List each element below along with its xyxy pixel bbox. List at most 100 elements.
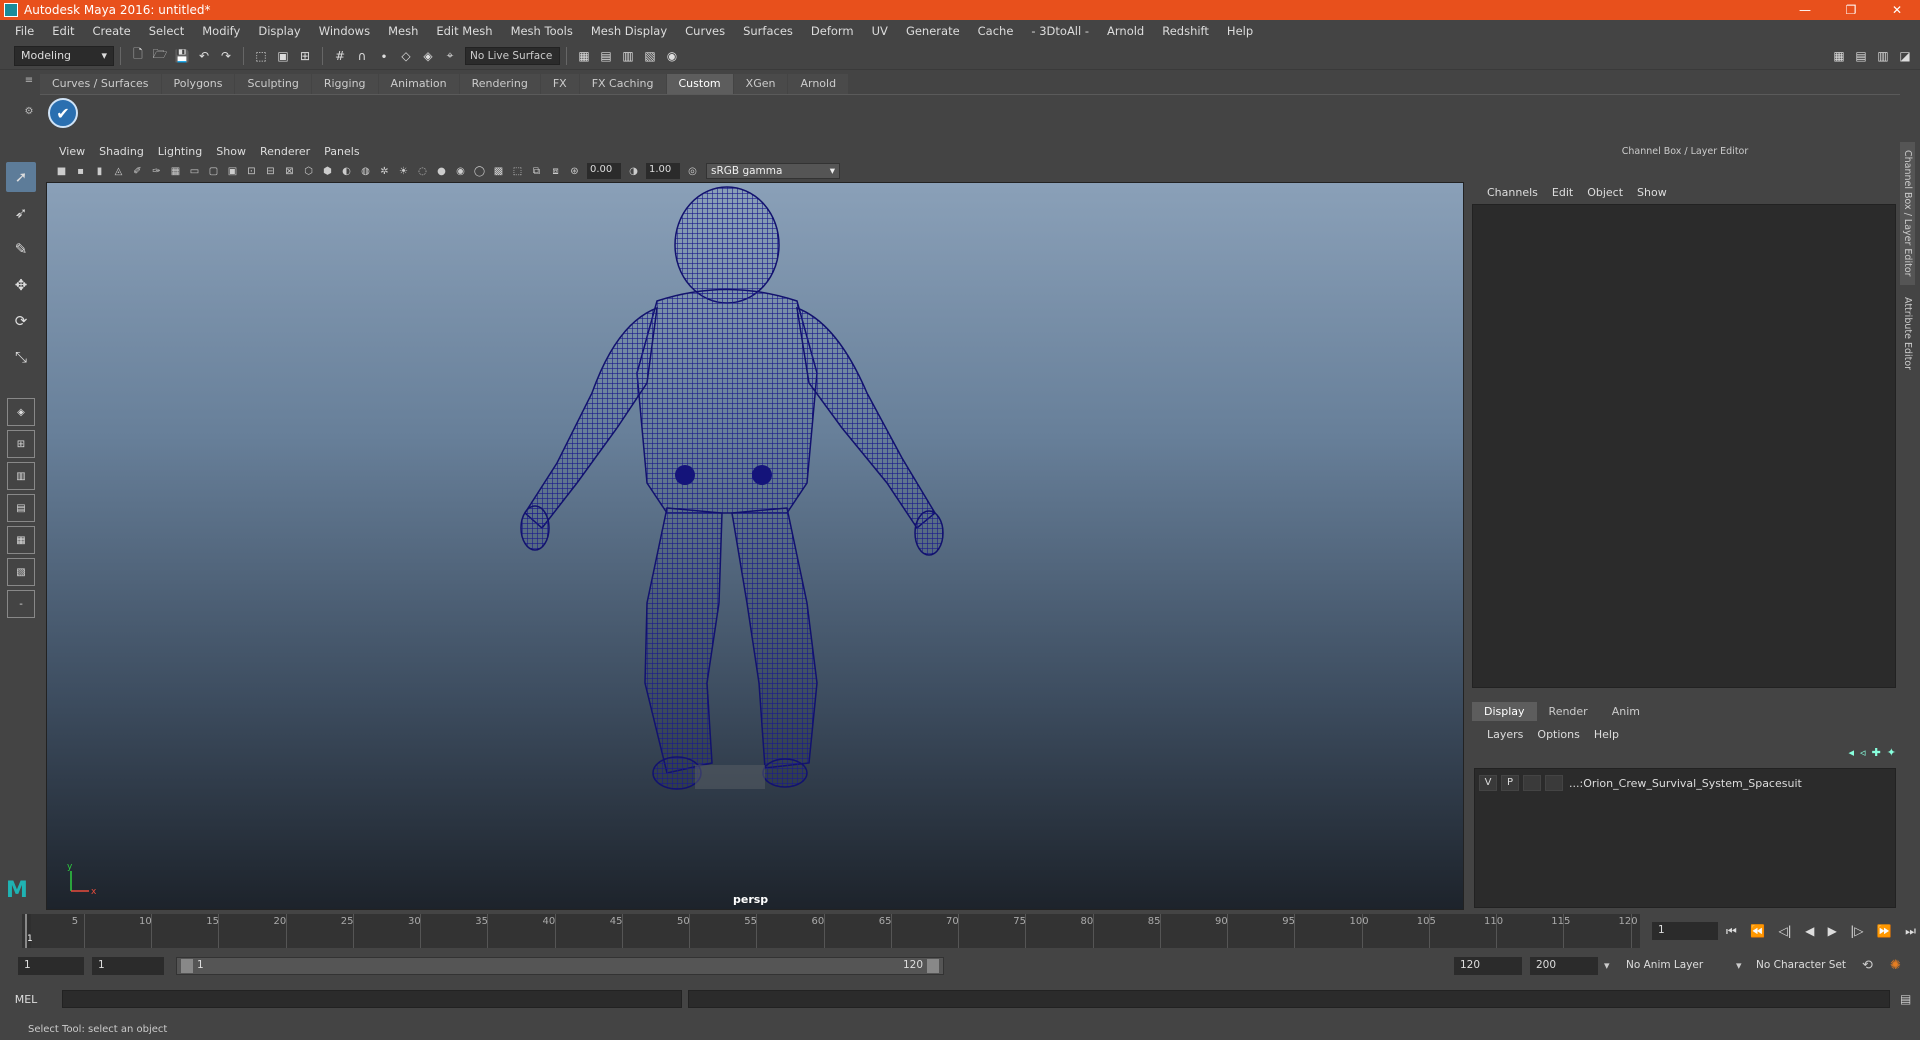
menu-curves[interactable]: Curves bbox=[676, 20, 734, 42]
snap-point-icon[interactable]: ∙ bbox=[375, 47, 393, 65]
snap-view-plane-icon[interactable]: ◇ bbox=[397, 47, 415, 65]
arnold-render-view-icon[interactable]: ◉ bbox=[663, 47, 681, 65]
motion-blur-icon[interactable]: ◉ bbox=[452, 163, 469, 180]
menu-edit[interactable]: Edit bbox=[43, 20, 83, 42]
four-view-layout-icon[interactable]: ⊞ bbox=[7, 430, 35, 458]
toggle-channel-box-icon[interactable]: ◪ bbox=[1896, 47, 1914, 65]
shelf-tab-fx-caching[interactable]: FX Caching bbox=[579, 74, 666, 94]
shadows-icon[interactable]: ◌ bbox=[414, 163, 431, 180]
move-tool-icon[interactable]: ✥ bbox=[6, 270, 36, 300]
animation-start-field[interactable]: 1 bbox=[18, 957, 84, 975]
playback-end-field[interactable]: 120 bbox=[1454, 957, 1522, 975]
side-tab-channel-box[interactable]: Channel Box / Layer Editor bbox=[1900, 142, 1915, 285]
shelf-tab-xgen[interactable]: XGen bbox=[733, 74, 788, 94]
shelf-tab-rigging[interactable]: Rigging bbox=[311, 74, 378, 94]
play-forwards-icon[interactable]: ▶ bbox=[1828, 924, 1837, 938]
playback-start-field[interactable]: 1 bbox=[92, 957, 164, 975]
menu-generate[interactable]: Generate bbox=[897, 20, 969, 42]
layer-tab-render[interactable]: Render bbox=[1536, 702, 1600, 721]
redo-icon[interactable]: ↷ bbox=[217, 47, 235, 65]
layer-playback-toggle[interactable]: P bbox=[1501, 775, 1519, 791]
hypershade-icon[interactable]: ▧ bbox=[641, 47, 659, 65]
cb-menu-show[interactable]: Show bbox=[1630, 186, 1674, 199]
render-frame-icon[interactable]: ▦ bbox=[575, 47, 593, 65]
toggle-tool-settings-icon[interactable]: ▥ bbox=[1874, 47, 1892, 65]
gamma-icon[interactable]: ◑ bbox=[625, 163, 642, 180]
depth-of-field-icon[interactable]: ▩ bbox=[490, 163, 507, 180]
cb-menu-channels[interactable]: Channels bbox=[1480, 186, 1545, 199]
persp-uv-layout-icon[interactable]: ▧ bbox=[7, 558, 35, 586]
custom-shelf-checkmark-icon[interactable]: ✔ bbox=[48, 98, 78, 128]
undo-icon[interactable]: ↶ bbox=[195, 47, 213, 65]
render-settings-icon[interactable]: ▥ bbox=[619, 47, 637, 65]
step-forward-frame-icon[interactable]: ⏩ bbox=[1877, 924, 1892, 938]
grease-pencil-icon[interactable]: ✐ bbox=[129, 163, 146, 180]
new-empty-layer-icon[interactable]: ✚ bbox=[1872, 746, 1881, 764]
gamma-field[interactable]: 1.00 bbox=[646, 163, 680, 179]
field-chart-icon[interactable]: ⊡ bbox=[243, 163, 260, 180]
menu-surfaces[interactable]: Surfaces bbox=[734, 20, 802, 42]
current-frame-field[interactable]: 1 bbox=[1652, 922, 1718, 940]
layer-display-type-toggle[interactable] bbox=[1523, 775, 1541, 791]
menu-3dtoall[interactable]: - 3DtoAll - bbox=[1022, 20, 1098, 42]
lasso-tool-icon[interactable]: ➶ bbox=[6, 198, 36, 228]
panel-menu-lighting[interactable]: Lighting bbox=[151, 145, 209, 158]
cb-menu-object[interactable]: Object bbox=[1580, 186, 1630, 199]
smooth-shade-icon[interactable]: ⬢ bbox=[319, 163, 336, 180]
menu-mesh[interactable]: Mesh bbox=[379, 20, 427, 42]
select-by-hierarchy-icon[interactable]: ⬚ bbox=[252, 47, 270, 65]
snap-surface-icon[interactable]: ◈ bbox=[419, 47, 437, 65]
shelf-settings-icon[interactable]: ⚙ bbox=[22, 106, 36, 117]
menu-mesh-display[interactable]: Mesh Display bbox=[582, 20, 676, 42]
layer-tab-display[interactable]: Display bbox=[1472, 702, 1537, 721]
menu-arnold[interactable]: Arnold bbox=[1098, 20, 1153, 42]
cb-menu-edit[interactable]: Edit bbox=[1545, 186, 1580, 199]
move-layer-up-icon[interactable]: ◂ bbox=[1849, 746, 1855, 764]
resolution-gate-icon[interactable]: ▢ bbox=[205, 163, 222, 180]
script-editor-icon[interactable]: ▤ bbox=[1900, 992, 1911, 1006]
xray-active-icon[interactable]: ⧈ bbox=[547, 163, 564, 180]
bookmark-icon[interactable]: ▮ bbox=[91, 163, 108, 180]
gate-mask-icon[interactable]: ▣ bbox=[224, 163, 241, 180]
menu-windows[interactable]: Windows bbox=[310, 20, 379, 42]
play-backwards-icon[interactable]: ◀ bbox=[1805, 924, 1814, 938]
perspective-viewport[interactable]: y x persp bbox=[46, 182, 1464, 910]
persp-outliner-layout-icon[interactable]: ▥ bbox=[7, 462, 35, 490]
shelf-tab-custom[interactable]: Custom bbox=[666, 74, 733, 94]
isolate-select-icon[interactable]: ⬚ bbox=[509, 163, 526, 180]
layer-tab-anim[interactable]: Anim bbox=[1599, 702, 1652, 721]
command-input[interactable] bbox=[62, 990, 682, 1008]
move-layer-down-icon[interactable]: ◃ bbox=[1860, 746, 1866, 764]
wireframe-on-shaded-icon[interactable]: ◍ bbox=[357, 163, 374, 180]
auto-key-icon[interactable]: ⟲ bbox=[1862, 958, 1873, 973]
safe-title-icon[interactable]: ⊠ bbox=[281, 163, 298, 180]
exposure-icon[interactable]: ⊛ bbox=[566, 163, 583, 180]
use-all-lights-icon[interactable]: ☀ bbox=[395, 163, 412, 180]
menu-modify[interactable]: Modify bbox=[193, 20, 249, 42]
anim-layer-select[interactable]: No Anim Layer bbox=[1622, 957, 1736, 975]
layer-menu-layers[interactable]: Layers bbox=[1480, 728, 1530, 741]
select-tool-icon[interactable]: ➚ bbox=[6, 162, 36, 192]
shelf-tab-sculpting[interactable]: Sculpting bbox=[235, 74, 311, 94]
range-end-handle[interactable] bbox=[927, 959, 939, 973]
go-to-end-icon[interactable]: ⏭ bbox=[1905, 924, 1916, 939]
shelf-tab-arnold[interactable]: Arnold bbox=[788, 74, 849, 94]
paint-select-tool-icon[interactable]: ✎ bbox=[6, 234, 36, 264]
range-start-handle[interactable] bbox=[181, 959, 193, 973]
safe-action-icon[interactable]: ⊟ bbox=[262, 163, 279, 180]
panel-menu-show[interactable]: Show bbox=[209, 145, 253, 158]
anti-aliasing-icon[interactable]: ◯ bbox=[471, 163, 488, 180]
menu-cache[interactable]: Cache bbox=[969, 20, 1023, 42]
persp-hypershade-layout-icon[interactable]: ▦ bbox=[7, 526, 35, 554]
maximize-button[interactable]: ❐ bbox=[1828, 0, 1874, 20]
new-scene-icon[interactable]: 🗋 bbox=[129, 47, 147, 65]
select-by-object-icon[interactable]: ▣ bbox=[274, 47, 292, 65]
character-set-select[interactable]: No Character Set bbox=[1752, 957, 1856, 975]
side-tab-attribute-editor[interactable]: Attribute Editor bbox=[1900, 288, 1915, 378]
two-d-pan-zoom-icon[interactable]: ✑ bbox=[148, 163, 165, 180]
animation-preferences-icon[interactable]: ✺ bbox=[1890, 958, 1901, 973]
go-to-start-icon[interactable]: ⏮ bbox=[1726, 924, 1737, 939]
toggle-attribute-editor-icon[interactable]: ▤ bbox=[1852, 47, 1870, 65]
save-scene-icon[interactable]: 💾 bbox=[173, 47, 191, 65]
chevron-down-icon[interactable]: ▾ bbox=[1736, 959, 1742, 972]
